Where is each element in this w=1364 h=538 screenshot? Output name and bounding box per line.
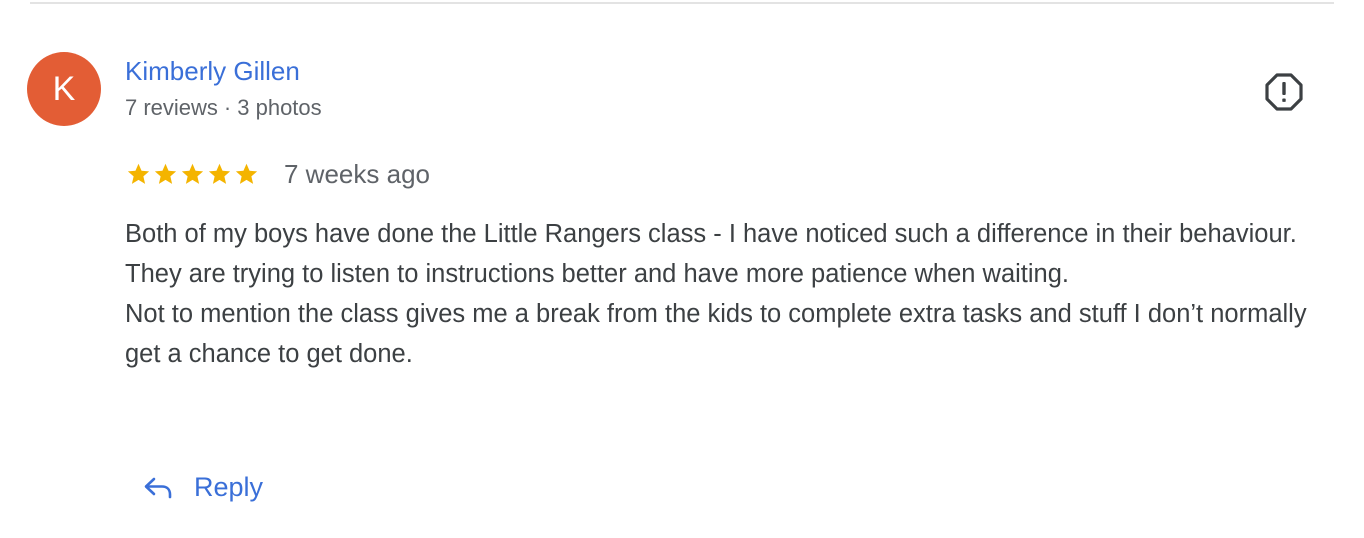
star-icon xyxy=(235,163,258,184)
report-flag-icon[interactable] xyxy=(1264,72,1304,112)
star-icon xyxy=(154,163,177,184)
review-paragraph: Both of my boys have done the Little Ran… xyxy=(125,220,1297,248)
reply-arrow-icon xyxy=(144,477,172,499)
reply-label: Reply xyxy=(194,471,264,502)
star-icon xyxy=(181,163,204,184)
meta-separator: · xyxy=(223,95,232,120)
star-icon xyxy=(208,163,231,184)
review-paragraph: Not to mention the class gives me a brea… xyxy=(125,300,1307,368)
avatar-initial: K xyxy=(52,69,76,108)
reviewer-name-link[interactable]: Kimberly Gillen xyxy=(125,56,300,87)
avatar[interactable]: K xyxy=(27,52,101,126)
review-text: Both of my boys have done the Little Ran… xyxy=(125,214,1325,374)
reply-button[interactable]: Reply xyxy=(142,465,263,509)
review-paragraph: They are trying to listen to instruction… xyxy=(125,260,1070,288)
star-icon xyxy=(127,163,150,184)
top-divider xyxy=(30,2,1334,4)
review-age: 7 weeks ago xyxy=(284,158,430,189)
rating-row: 7 weeks ago xyxy=(125,157,430,191)
review-count: 7 reviews xyxy=(125,95,218,120)
reviewer-meta: 7 reviews · 3 photos xyxy=(125,95,322,121)
star-rating xyxy=(125,161,260,187)
photo-count: 3 photos xyxy=(237,95,322,120)
